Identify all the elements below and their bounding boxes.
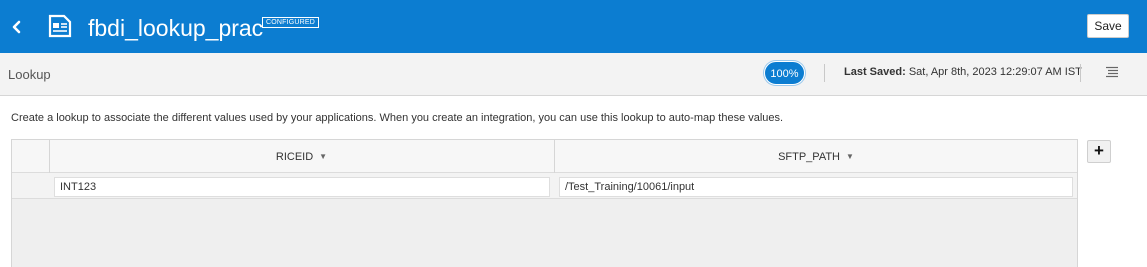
hamburger-menu-icon[interactable] <box>1105 66 1119 78</box>
separator <box>1080 64 1081 82</box>
last-saved-label: Last Saved: <box>844 66 906 78</box>
separator <box>824 64 825 82</box>
last-saved-value: Sat, Apr 8th, 2023 12:29:07 AM IST <box>908 66 1082 78</box>
document-icon <box>48 14 72 38</box>
app-header: fbdi_lookup_prac CONFIGURED Save <box>0 0 1147 53</box>
page-title: Lookup <box>8 67 51 82</box>
plus-icon: + <box>1094 141 1104 160</box>
integration-title: fbdi_lookup_prac <box>88 15 264 41</box>
zoom-level-button[interactable]: 100% <box>764 61 805 85</box>
riceid-cell-input[interactable]: INT123 <box>54 177 550 197</box>
back-chevron-icon[interactable] <box>8 16 26 38</box>
save-button[interactable]: Save <box>1087 14 1129 38</box>
table-row[interactable]: INT123 /Test_Training/10061/input <box>12 173 1077 199</box>
status-badge: CONFIGURED <box>262 17 320 28</box>
column-header-label: RICEID <box>275 151 314 163</box>
column-header-label: SFTP_PATH <box>778 151 840 163</box>
lookup-table: RICEID ▼ SFTP_PATH ▼ INT123 /Test_Training… <box>11 139 1078 267</box>
sftp-path-cell-input[interactable]: /Test_Training/10061/input <box>559 177 1073 197</box>
add-row-button[interactable]: + <box>1087 140 1111 163</box>
column-header-riceid[interactable]: RICEID ▼ <box>49 140 554 173</box>
table-header-row: RICEID ▼ SFTP_PATH ▼ <box>12 140 1077 173</box>
caret-down-icon[interactable]: ▼ <box>846 140 854 173</box>
lookup-toolbar: Lookup 100% Last Saved: Sat, Apr 8th, 20… <box>0 53 1147 96</box>
last-saved-status: Last Saved: Sat, Apr 8th, 2023 12:29:07 … <box>844 66 1082 78</box>
column-header-sftp-path[interactable]: SFTP_PATH ▼ <box>555 140 1077 173</box>
caret-down-icon[interactable]: ▼ <box>319 140 327 173</box>
lookup-description: Create a lookup to associate the differe… <box>11 112 784 124</box>
